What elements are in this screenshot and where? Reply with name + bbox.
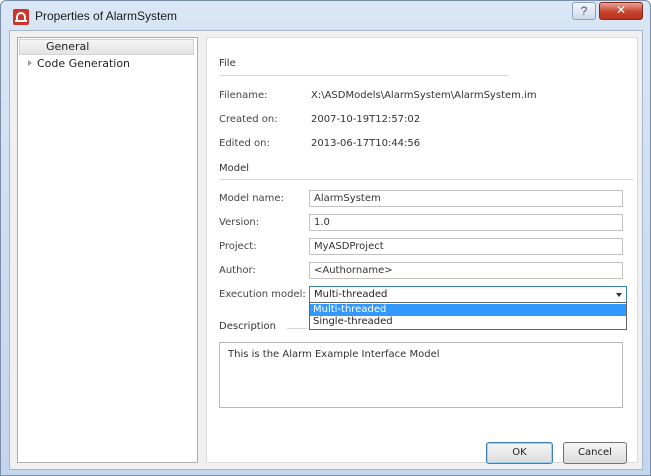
tree-item-code-generation-label: Code Generation (37, 57, 131, 70)
created-value: 2007-10-19T12:57:02 (311, 114, 421, 125)
execution-model-selected-value: Multi-threaded (314, 289, 388, 300)
execution-model-select[interactable]: Multi-threaded (309, 286, 627, 303)
section-divider (219, 179, 634, 180)
dialog-client-area: General Code Generation File Filename: X… (9, 30, 643, 470)
section-divider (287, 328, 307, 329)
author-label: Author: (219, 265, 256, 276)
description-textarea[interactable]: This is the Alarm Example Interface Mode… (219, 342, 623, 408)
description-section-title: Description (219, 321, 276, 332)
tree-item-code-generation[interactable]: Code Generation (28, 57, 130, 70)
properties-dialog: Properties of AlarmSystem ? ✕ General Co… (0, 0, 651, 476)
category-tree: General Code Generation (17, 37, 198, 463)
execution-model-dropdown: Multi-threaded Single-threaded (309, 302, 627, 330)
window-title: Properties of AlarmSystem (35, 9, 178, 23)
created-label: Created on: (219, 114, 278, 125)
tree-item-general[interactable]: General (19, 39, 194, 55)
project-input[interactable]: MyASDProject (309, 238, 623, 255)
model-section-title: Model (219, 163, 250, 174)
filename-label: Filename: (219, 90, 268, 101)
project-label: Project: (219, 241, 257, 252)
execution-model-label: Execution model: (219, 289, 306, 300)
ok-button[interactable]: OK (486, 442, 553, 464)
filename-value: X:\ASDModels\AlarmSystem\AlarmSystem.im (311, 90, 537, 101)
model-name-input[interactable]: AlarmSystem (309, 190, 623, 207)
chevron-down-icon[interactable] (616, 293, 622, 297)
version-label: Version: (219, 217, 260, 228)
title-bar[interactable]: Properties of AlarmSystem ? ✕ (1, 1, 650, 29)
cancel-button[interactable]: Cancel (563, 442, 627, 464)
section-divider (219, 75, 509, 76)
general-panel: File Filename: X:\ASDModels\AlarmSystem\… (206, 37, 638, 464)
version-input[interactable]: 1.0 (309, 214, 623, 231)
author-input[interactable]: <Authorname> (309, 262, 623, 279)
edited-label: Edited on: (219, 138, 270, 149)
app-logo-icon (13, 9, 29, 25)
file-section-title: File (219, 58, 236, 69)
help-button[interactable]: ? (572, 2, 596, 20)
dropdown-option-multi-threaded[interactable]: Multi-threaded (310, 304, 626, 316)
model-name-label: Model name: (219, 193, 284, 204)
tree-item-general-label: General (46, 40, 90, 53)
edited-value: 2013-06-17T10:44:56 (311, 138, 421, 149)
dropdown-option-single-threaded[interactable]: Single-threaded (310, 316, 626, 328)
close-button[interactable]: ✕ (599, 2, 643, 20)
expand-arrow-icon[interactable] (28, 60, 32, 66)
